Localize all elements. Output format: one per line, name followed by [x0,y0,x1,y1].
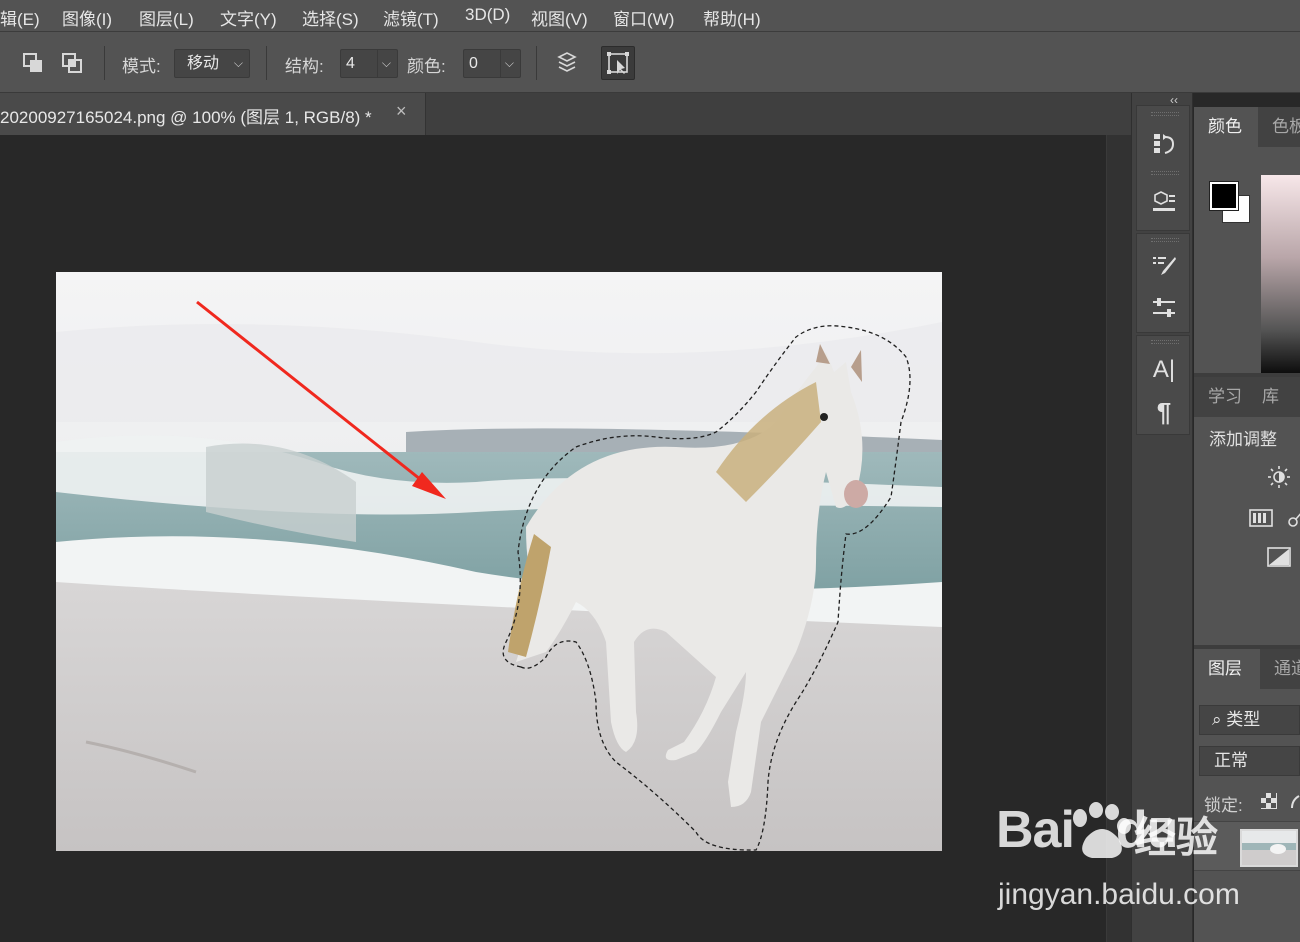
levels-icon[interactable] [1247,504,1275,532]
grip-handle[interactable] [1151,171,1179,175]
layer-filter-type: 类型 [1226,710,1261,729]
search-icon: ⌕ [1212,710,1222,729]
grip-handle[interactable] [1151,238,1179,242]
layer-filter-search[interactable]: ⌕ 类型 [1199,705,1300,735]
brightness-icon[interactable] [1265,463,1293,491]
grip-handle[interactable] [1151,340,1179,344]
dock-group [1136,105,1190,231]
tab-channels[interactable]: 通道 [1260,649,1300,689]
dock-group [1136,233,1190,333]
brush-settings-icon[interactable] [1148,250,1180,282]
3d-icon[interactable] [1148,186,1180,218]
character-icon[interactable]: A| [1148,354,1180,386]
curves-icon[interactable] [1282,504,1300,532]
blend-mode-value: 正常 [1214,751,1248,770]
tab-swatches[interactable]: 色板 [1258,107,1300,147]
paragraph-icon[interactable]: ¶ [1148,396,1180,428]
history-icon[interactable] [1148,128,1180,160]
exposure-icon[interactable] [1265,543,1293,571]
color-panel: 颜色 色板 [1194,107,1300,381]
baidu-jingyan-watermark: Bai du 经验 jingyan.baidu.com [996,800,1300,920]
dock-group: A| ¶ [1136,335,1190,435]
layers-panel-tabs: 图层 通道 [1194,649,1300,689]
tab-layers[interactable]: 图层 [1194,649,1260,689]
adjustments-panel: 学习 库 添加调整 [1194,377,1300,645]
add-adjustment-title: 添加调整 [1209,430,1277,449]
adjust-brush-icon[interactable] [1148,292,1180,324]
color-spectrum-picker[interactable] [1261,175,1300,381]
adjust-panel-tabs: 学习 库 [1194,377,1300,417]
foreground-color-swatch[interactable] [1209,181,1239,211]
color-panel-tabs: 颜色 色板 [1194,107,1300,147]
tab-color[interactable]: 颜色 [1194,107,1258,147]
tab-learn[interactable]: 学习 [1194,377,1248,417]
watermark-jingyan: 经验 [1134,814,1219,861]
watermark-url: jingyan.baidu.com [998,878,1240,911]
tab-libraries[interactable]: 库 [1248,377,1300,417]
blend-mode-select[interactable]: 正常 [1199,746,1300,776]
grip-handle[interactable] [1151,112,1179,116]
paw-logo-icon [1073,802,1131,858]
